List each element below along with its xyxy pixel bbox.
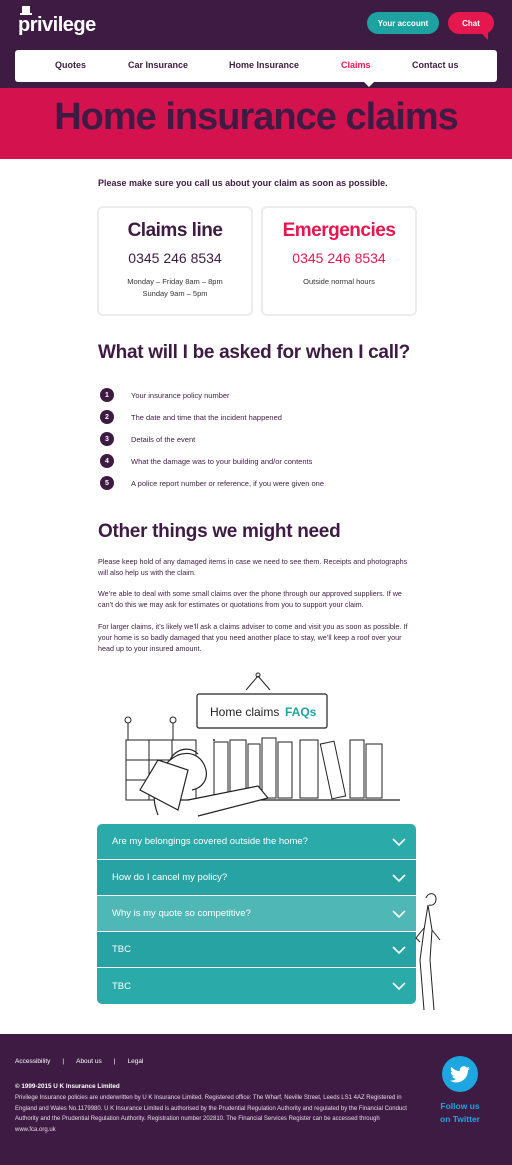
twitter-bird-icon bbox=[450, 1065, 470, 1082]
your-account-button[interactable]: Your account bbox=[367, 12, 439, 34]
faq-sign-text: Home claims bbox=[210, 705, 279, 719]
emergencies-title: Emergencies bbox=[282, 220, 396, 241]
faq-sign-accent: FAQs bbox=[285, 705, 317, 719]
intro-text: Please make sure you call us about your … bbox=[98, 178, 388, 188]
emergencies-phone[interactable]: 0345 246 8534 bbox=[263, 250, 415, 266]
claims-hours-sunday: Sunday 9am – 5pm bbox=[142, 289, 208, 298]
nav-item-home-insurance[interactable]: Home Insurance bbox=[229, 60, 299, 70]
step-text: Details of the event bbox=[131, 434, 196, 444]
claims-line-phone[interactable]: 0345 246 8534 bbox=[99, 250, 251, 266]
faq-question: Are my belongings covered outside the ho… bbox=[112, 836, 308, 847]
step-text: What the damage was to your building and… bbox=[131, 456, 313, 466]
main-nav: Quotes Car Insurance Home Insurance Clai… bbox=[15, 50, 497, 87]
nav-item-claims[interactable]: Claims bbox=[341, 60, 371, 70]
step-text: The date and time that the incident happ… bbox=[131, 412, 282, 422]
other-heading: Other things we might need bbox=[98, 521, 341, 542]
chevron-down-icon bbox=[392, 982, 406, 991]
faq-question: Why is my quote so competitive? bbox=[112, 908, 251, 919]
other-paragraph-3: For larger claims, it’s likely we’ll ask… bbox=[98, 622, 408, 653]
other-paragraph-1: Please keep hold of any damaged items in… bbox=[98, 557, 408, 577]
legal-text: Privilege Insurance policies are underwr… bbox=[15, 1095, 407, 1133]
chat-button[interactable]: Chat bbox=[448, 12, 494, 40]
chevron-down-icon bbox=[392, 874, 406, 883]
nav-item-contact-us[interactable]: Contact us bbox=[412, 60, 459, 70]
nav-item-car-insurance[interactable]: Car Insurance bbox=[128, 60, 188, 70]
footer-link-legal[interactable]: Legal bbox=[127, 1058, 143, 1065]
chevron-down-icon bbox=[392, 910, 406, 919]
footer-link-accessibility[interactable]: Accessibility bbox=[15, 1058, 50, 1065]
step-number: 2 bbox=[100, 410, 114, 424]
copyright: © 1999-2015 U K Insurance Limited bbox=[15, 1083, 120, 1090]
list-item: 2 The date and time that the incident hap… bbox=[100, 406, 324, 428]
chat-button-label: Chat bbox=[462, 18, 480, 28]
hero-banner: Home insurance claims bbox=[0, 88, 512, 159]
follow-twitter-link[interactable]: Follow us on Twitter bbox=[432, 1100, 488, 1126]
active-nav-caret bbox=[364, 82, 374, 87]
footer-link-divider: | bbox=[62, 1058, 65, 1065]
leaning-man-illustration bbox=[415, 893, 441, 1011]
list-item: 3 Details of the event bbox=[100, 428, 324, 450]
claims-line-title: Claims line bbox=[127, 220, 223, 241]
step-number: 1 bbox=[100, 388, 114, 402]
emergencies-hours: Outside normal hours bbox=[303, 277, 375, 286]
faq-illustration: Home claims FAQs bbox=[124, 672, 400, 817]
chat-bubble-tail bbox=[480, 32, 488, 40]
faq-item[interactable]: Why is my quote so competitive? bbox=[97, 896, 416, 932]
twitter-button[interactable] bbox=[442, 1056, 478, 1092]
step-text: Your insurance policy number bbox=[131, 390, 230, 400]
step-number: 3 bbox=[100, 432, 114, 446]
faq-item[interactable]: TBC bbox=[97, 932, 416, 968]
faq-question: TBC bbox=[112, 944, 131, 955]
list-item: 1 Your insurance policy number bbox=[100, 384, 324, 406]
faq-item[interactable]: TBC bbox=[97, 968, 416, 1004]
step-number: 4 bbox=[100, 454, 114, 468]
faq-question: TBC bbox=[112, 980, 131, 992]
top-hat-icon bbox=[20, 6, 32, 15]
claims-line-hours: Monday – Friday 8am – 8pm Sunday 9am – 5… bbox=[99, 276, 251, 300]
faq-question: How do I cancel my policy? bbox=[112, 872, 228, 883]
claims-line-card: Claims line 0345 246 8534 Monday – Frida… bbox=[97, 206, 253, 316]
footer-links: Accessibility | About us | Legal bbox=[15, 1058, 143, 1065]
emergencies-card: Emergencies 0345 246 8534 Outside normal… bbox=[261, 206, 417, 316]
step-text: A police report number or reference, if … bbox=[131, 478, 325, 488]
follow-twitter-line2: on Twitter bbox=[440, 1114, 480, 1124]
asked-steps-list: 1 Your insurance policy number 2 The date … bbox=[100, 384, 324, 494]
privilege-logo[interactable]: privilege bbox=[18, 6, 96, 37]
list-item: 4 What the damage was to your building an… bbox=[100, 450, 324, 472]
chevron-down-icon bbox=[392, 838, 406, 847]
chevron-down-icon bbox=[392, 946, 406, 955]
list-item: 5 A police report number or reference, if… bbox=[100, 472, 324, 494]
faq-item[interactable]: How do I cancel my policy? bbox=[97, 860, 416, 896]
follow-twitter-line1: Follow us bbox=[440, 1101, 480, 1111]
step-number: 5 bbox=[100, 476, 114, 490]
faq-item[interactable]: Are my belongings covered outside the ho… bbox=[97, 824, 416, 860]
nav-item-quotes[interactable]: Quotes bbox=[55, 60, 86, 70]
footer-link-about-us[interactable]: About us bbox=[76, 1058, 102, 1065]
asked-heading: What will I be asked for when I call? bbox=[98, 342, 410, 363]
footer: Accessibility | About us | Legal © 1999-… bbox=[0, 1034, 512, 1165]
footer-link-divider: | bbox=[113, 1058, 116, 1065]
faq-accordion: Are my belongings covered outside the ho… bbox=[97, 824, 416, 1004]
claims-hours-weekday: Monday – Friday 8am – 8pm bbox=[127, 277, 223, 286]
other-paragraph-2: We’re able to deal with some small claim… bbox=[98, 589, 402, 609]
page-title: Home insurance claims bbox=[54, 96, 459, 138]
logo-text: privilege bbox=[18, 14, 96, 36]
